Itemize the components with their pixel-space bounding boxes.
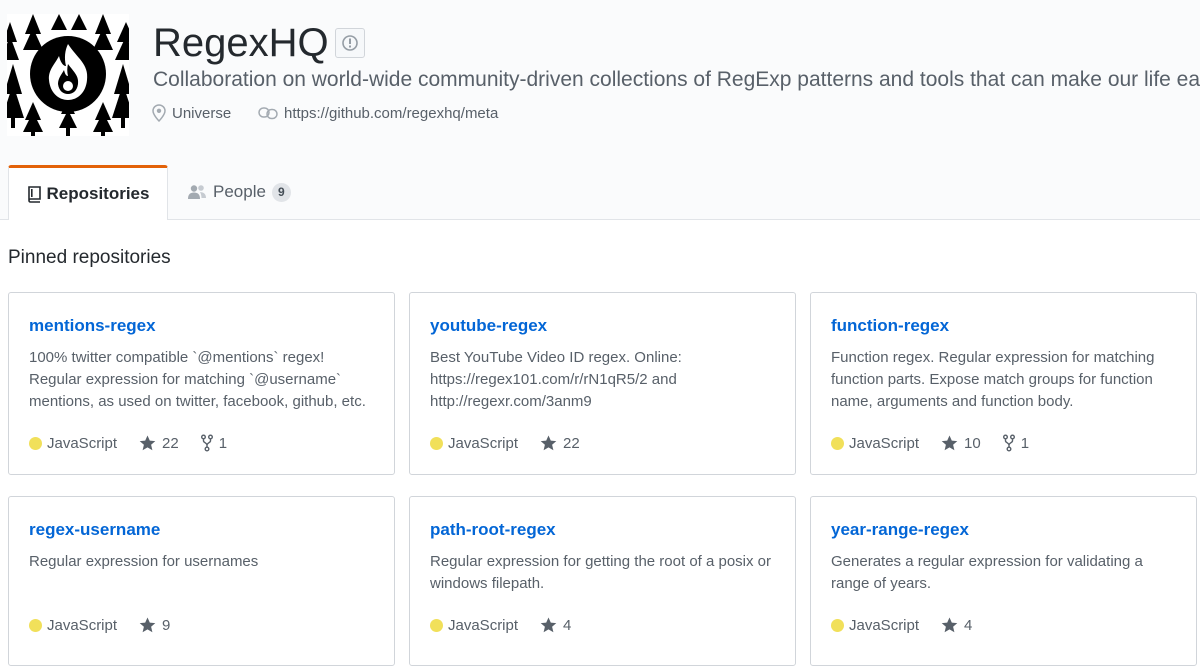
repo-name-link[interactable]: youtube-regex (430, 315, 547, 337)
repo-description: Best YouTube Video ID regex. Online: htt… (430, 349, 682, 410)
repo-stars[interactable]: 4 (941, 617, 972, 634)
tab-people[interactable]: People 9 (187, 178, 291, 206)
tab-repositories[interactable]: Repositories (8, 165, 168, 220)
org-name: RegexHQ (153, 21, 329, 65)
repo-description: Generates a regular expression for valid… (831, 553, 1143, 592)
repo-stats: JavaScript 22 1 (29, 432, 227, 454)
pinned-repo-card: regex-username Regular expression for us… (8, 496, 395, 666)
people-count-badge: 9 (271, 182, 291, 202)
report-icon (342, 35, 358, 51)
repo-description: Function regex. Regular expression for m… (831, 349, 1155, 410)
language-color-dot (430, 436, 443, 450)
repo-stats: JavaScript 4 (430, 614, 571, 636)
repo-fork-count: 1 (1020, 434, 1030, 452)
star-icon (540, 617, 557, 633)
tab-repositories-label: Repositories (46, 184, 150, 203)
pinned-repo-card: year-range-regex Generates a regular exp… (810, 496, 1197, 666)
repo-language: JavaScript (47, 616, 118, 634)
fork-icon (1002, 434, 1015, 452)
repo-stars[interactable]: 22 (139, 435, 179, 452)
fork-icon (200, 434, 213, 452)
repo-stars[interactable]: 10 (941, 435, 981, 452)
repo-language: JavaScript (849, 616, 920, 634)
star-icon (941, 617, 958, 633)
pinned-repo-card: mentions-regex 100% twitter compatible `… (8, 292, 395, 475)
repo-name-link[interactable]: mentions-regex (29, 315, 156, 337)
repo-stats: JavaScript 4 (831, 614, 972, 636)
org-location-text: Universe (172, 104, 232, 122)
repo-stats: JavaScript 10 1 (831, 432, 1029, 454)
pinned-repo-card: youtube-regex Best YouTube Video ID rege… (409, 292, 796, 475)
repo-star-count: 4 (964, 616, 973, 634)
org-avatar[interactable] (7, 14, 129, 136)
repo-stars[interactable]: 9 (139, 617, 170, 634)
org-header: RegexHQ Collaboration on world-wide comm… (0, 0, 1200, 220)
language-color-dot (831, 618, 844, 632)
star-icon (941, 435, 958, 451)
repo-language: JavaScript (47, 434, 118, 452)
report-button[interactable] (335, 28, 365, 58)
org-url-text[interactable]: https://github.com/regexhq/meta (284, 105, 498, 122)
org-description: Collaboration on world-wide community-dr… (153, 68, 1200, 91)
org-url[interactable]: https://github.com/regexhq/meta (258, 102, 498, 124)
pinned-repo-card: function-regex Function regex. Regular e… (810, 292, 1197, 475)
repo-star-count: 9 (162, 616, 171, 634)
repo-description: Regular expression for usernames (29, 553, 259, 570)
language-color-dot (29, 618, 42, 632)
language-color-dot (831, 436, 844, 450)
language-color-dot (430, 618, 443, 632)
repo-stars[interactable]: 4 (540, 617, 571, 634)
tab-people-label: People (213, 182, 266, 201)
repo-description: 100% twitter compatible `@mentions` rege… (29, 349, 366, 410)
star-icon (540, 435, 557, 451)
repo-star-count: 10 (964, 434, 981, 452)
repo-name-link[interactable]: year-range-regex (831, 519, 969, 541)
pinned-repo-card: path-root-regex Regular expression for g… (409, 496, 796, 666)
repo-stats: JavaScript 22 (430, 432, 580, 454)
star-icon (139, 617, 156, 633)
repo-forks[interactable]: 1 (1002, 434, 1030, 452)
repo-language: JavaScript (448, 616, 519, 634)
repo-name-link[interactable]: function-regex (831, 315, 949, 337)
org-location: Universe (152, 102, 231, 124)
repo-language: JavaScript (448, 434, 519, 452)
repo-name-link[interactable]: path-root-regex (430, 519, 556, 541)
location-icon (152, 104, 166, 122)
repo-fork-count: 1 (218, 434, 228, 452)
pinned-repositories-title: Pinned repositories (8, 247, 171, 268)
repo-name-link[interactable]: regex-username (29, 519, 160, 541)
link-icon (258, 107, 278, 120)
repo-star-count: 4 (563, 616, 572, 634)
repo-book-icon (27, 185, 41, 203)
language-color-dot (29, 436, 42, 450)
repo-language: JavaScript (849, 434, 920, 452)
repo-forks[interactable]: 1 (200, 434, 228, 452)
star-icon (139, 435, 156, 451)
people-icon (188, 185, 206, 199)
repo-star-count: 22 (563, 434, 580, 452)
repo-description: Regular expression for getting the root … (430, 553, 772, 592)
repo-star-count: 22 (162, 434, 179, 452)
repo-stats: JavaScript 9 (29, 614, 170, 636)
repo-stars[interactable]: 22 (540, 435, 580, 452)
